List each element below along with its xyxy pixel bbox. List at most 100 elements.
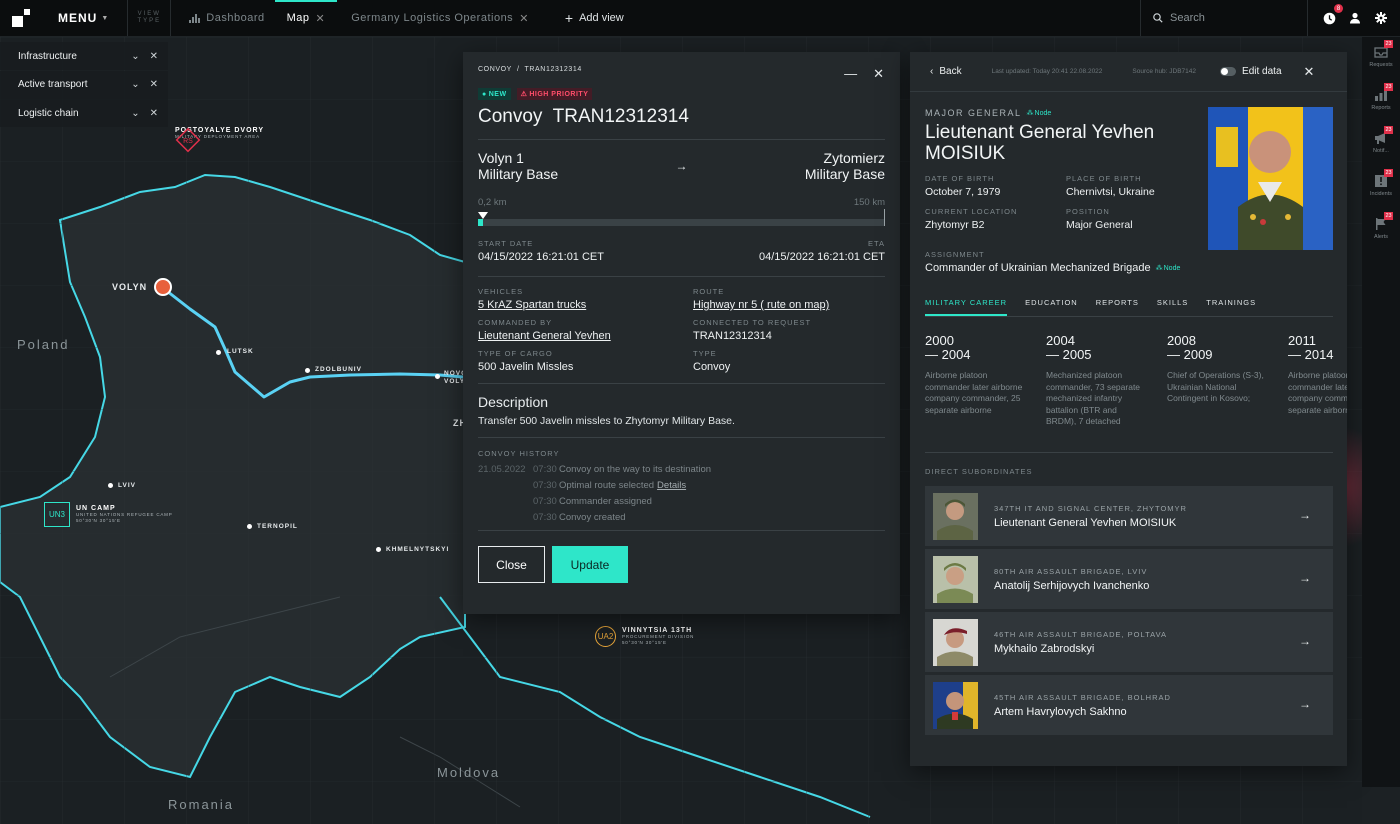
close-icon[interactable]: ✕ [150,51,158,62]
fact-value: Major General [1066,219,1133,231]
history-item: 07:30 Commander assigned [478,494,885,510]
origin-marker[interactable] [154,278,172,296]
rail-item-reports[interactable]: 23 Reports [1362,83,1400,111]
divider [478,139,885,140]
subordinates-label: DIRECT SUBORDINATES [925,467,1033,476]
chevron-down-icon[interactable]: ⌄ [131,108,139,119]
person-panel-header: ‹ Back Last updated: Today 20:41 22.08.20… [910,52,1347,92]
tab-dashboard[interactable]: Dashboard [179,0,274,36]
commander-link[interactable]: Lieutenant General Yevhen [478,330,693,342]
close-icon[interactable]: ✕ [150,108,158,119]
marker-postoyalye-dvory[interactable]: RS POSTOYALYE DVORY MILITARY DEPLOYMENT … [175,127,264,153]
node-link[interactable]: ⁂ Node [1155,264,1181,273]
tab-trainings[interactable]: TRAININGS [1206,298,1256,316]
history-label: CONVOY HISTORY [478,449,560,458]
add-view-label: Add view [579,12,624,24]
route-link[interactable]: Highway nr 5 ( rute on map) [693,299,893,311]
subordinate-name: Artem Havrylovych Sakhno [994,705,1127,718]
minimize-icon[interactable]: — [844,66,857,82]
marker-vinnytsia[interactable]: UA2 VINNYTSIA 13TH PROCUREMENT DIVISION … [595,626,694,647]
search-icon [1153,13,1163,23]
cargo-label: TYPE OF CARGO [478,349,553,358]
close-button[interactable]: Close [478,546,545,583]
tab-germany-logistics[interactable]: Germany Logistics Operations ✕ [341,0,539,36]
node-icon: ⁂ [1155,265,1163,272]
route-label: ROUTE [693,287,725,296]
career-year-start: 2000 [925,333,954,348]
arrow-right-icon: → [1299,634,1311,648]
fact-label: DATE OF BIRTH [925,174,995,183]
request-label: CONNECTED TO REQUEST [693,318,812,327]
description-text: Transfer 500 Javelin missles to Zhytomyr… [478,415,735,427]
country-label-romania: Romania [168,797,235,812]
subordinate-unit: 45TH AIR ASSAULT BRIGADE, BOLHRAD [994,692,1171,702]
update-button[interactable]: Update [552,546,628,583]
description-title: Description [478,394,549,410]
gear-icon [1375,12,1387,24]
km-start: 0,2 km [478,197,507,208]
progress-end-tick [884,209,885,226]
tab-map[interactable]: Map ✕ [274,0,338,36]
marker-coordinates: 50°30'N 30°15'E [76,518,121,523]
convoy-title: Convoy TRAN12312314 [478,106,689,127]
view-type-button[interactable]: VIEW TYPE [127,0,172,36]
app-logo[interactable] [0,0,42,36]
tab-skills[interactable]: SKILLS [1157,298,1188,316]
chevron-down-icon[interactable]: ⌄ [131,79,139,90]
layer-logistic-chain[interactable]: Logistic chain ⌄ ✕ [0,99,168,127]
destination-line: Military Base [804,166,885,182]
layer-infrastructure[interactable]: Infrastructure ⌄ ✕ [0,42,168,70]
search-input[interactable] [1170,12,1300,24]
user-button[interactable] [1346,9,1364,27]
history-time: 07:30 [533,464,557,475]
add-view-button[interactable]: + Add view [553,0,636,36]
close-icon[interactable]: ✕ [873,66,884,82]
rail-item-requests[interactable]: 23 Requests [1362,40,1400,68]
subordinate-name: Lieutenant General Yevhen MOISIUK [994,516,1177,529]
career-year-start: 2008 [1167,333,1196,348]
settings-button[interactable] [1372,9,1390,27]
details-link[interactable]: Details [657,480,686,491]
career-description: Mechanized platoon commander, 73 separat… [1046,370,1141,426]
close-icon[interactable]: ✕ [519,12,529,25]
notifications-button[interactable]: 8 [1320,4,1343,27]
career-year-start: 2004 [1046,333,1075,348]
vehicles-link[interactable]: 5 KrAZ Spartan trucks [478,299,693,311]
back-label: Back [939,66,962,77]
edit-data-toggle[interactable]: Edit data [1220,66,1282,77]
rail-item-alerts[interactable]: 23 Alerts [1362,212,1400,240]
subordinate-row[interactable]: 80TH AIR ASSAULT BRIGADE, LVIV Anatolij S… [925,549,1333,609]
chevron-down-icon[interactable]: ⌄ [131,51,139,62]
search-box[interactable] [1140,0,1308,36]
divider [478,530,885,531]
node-link[interactable]: ⁂ Node [1027,109,1052,118]
rail-label: Reports [1371,105,1391,111]
tab-label: Germany Logistics Operations [351,12,514,24]
tab-military-career[interactable]: MILITARY CAREER [925,298,1008,316]
subordinate-row[interactable]: 45TH AIR ASSAULT BRIGADE, BOLHRAD Artem H… [925,675,1333,735]
destination-line: Zytomierz [823,150,885,166]
breadcrumb-root[interactable]: CONVOY [478,66,512,73]
close-icon[interactable]: ✕ [150,79,158,90]
menu-button[interactable]: MENU ▼ [42,0,127,36]
fact-label: CURRENT LOCATION [925,207,1018,216]
rail-item-notifications[interactable]: 23 Notif... [1362,126,1400,154]
marker-title: VINNYTSIA 13TH [622,627,693,634]
marker-un-camp[interactable]: UN3 UN CAMP UNITED NATIONS REFUGEE CAMP … [44,502,173,527]
avatar [933,492,978,540]
rail-item-incidents[interactable]: 23 Incidents [1362,169,1400,197]
eta-value: 04/15/2022 16:21:01 CET [759,251,885,263]
marker-code: UN3 [44,502,70,527]
layer-active-transport[interactable]: Active transport ⌄ ✕ [0,70,168,99]
subordinate-row[interactable]: 347TH IT AND SIGNAL CENTER, ZHYTOMYR Lieu… [925,486,1333,546]
tab-education[interactable]: EDUCATION [1025,298,1078,316]
tab-reports[interactable]: REPORTS [1096,298,1139,316]
back-button[interactable]: ‹ Back [930,66,962,77]
close-icon[interactable]: ✕ [1304,64,1315,80]
type-value: Convoy [693,361,731,373]
node-label: Node [1034,109,1052,117]
position-flag-icon [478,212,488,219]
subordinate-row[interactable]: 46TH AIR ASSAULT BRIGADE, POLTAVA Mykhail… [925,612,1333,672]
close-icon[interactable]: ✕ [316,12,326,25]
chevron-down-icon: ▼ [101,14,110,22]
